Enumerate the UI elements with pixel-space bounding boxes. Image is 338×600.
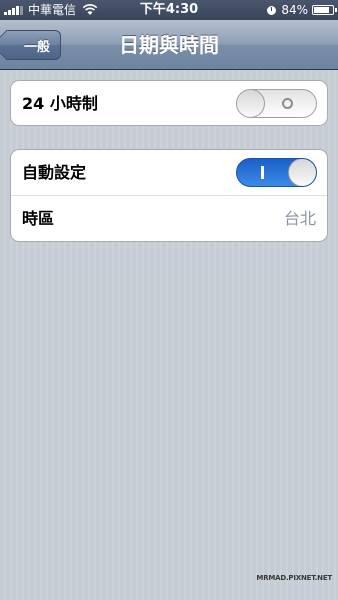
status-right: 84%	[267, 0, 337, 20]
cell-auto-set: 自動設定	[11, 150, 327, 195]
settings-group-auto: 自動設定 時區 台北	[10, 149, 328, 242]
auto-set-toggle[interactable]	[236, 158, 317, 187]
cell-timezone-label: 時區	[22, 209, 55, 228]
toggle-on-icon	[261, 166, 264, 179]
toggle-knob[interactable]	[288, 159, 316, 186]
clock-icon	[267, 5, 277, 15]
cell-24-hour-label: 24 小時制	[22, 94, 98, 113]
hour24-toggle[interactable]	[236, 89, 317, 118]
watermark: MRMAD.PIXNET.NET	[256, 574, 332, 582]
cell-auto-set-label: 自動設定	[22, 163, 87, 182]
cell-24-hour: 24 小時制	[11, 81, 327, 125]
cell-timezone-value: 台北	[283, 209, 316, 228]
battery-fill	[314, 7, 329, 13]
toggle-off-icon	[282, 98, 293, 109]
battery-percent: 84%	[281, 3, 308, 17]
cell-timezone[interactable]: 時區 台北	[11, 195, 327, 240]
status-bar: 中華電信 下午4:30 84%	[0, 0, 338, 20]
settings-group-24hour: 24 小時制	[10, 80, 328, 126]
page-title: 日期與時間	[119, 33, 219, 57]
battery-icon	[312, 5, 337, 15]
nav-bar: 一般 日期與時間	[0, 20, 338, 70]
toggle-knob[interactable]	[237, 90, 265, 117]
